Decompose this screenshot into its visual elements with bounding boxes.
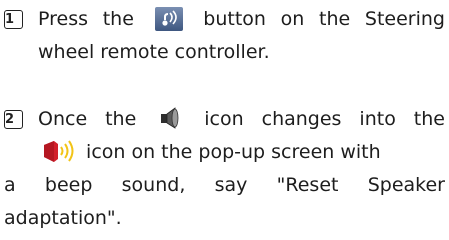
manual-page: 1 Press the button on the Steering wheel…: [0, 0, 449, 240]
step-1-text-c: wheel remote controller.: [38, 41, 270, 63]
voice-recognition-button-icon: [154, 7, 183, 31]
step-1-line-1: 1 Press the button on the Steering: [4, 4, 445, 37]
step-2-text-b: icon changes into the: [204, 108, 445, 130]
red-speaker-sound-icon: [42, 138, 76, 164]
step-1-text-a: Press the: [38, 8, 134, 30]
step-2-text-e: adaptation".: [4, 207, 122, 229]
step-1: 1 Press the button on the Steering wheel…: [4, 4, 445, 70]
step-2-text-a: Once the: [38, 108, 137, 130]
step-2-line-1: 2 Once the icon changes into the: [4, 104, 445, 137]
step-2-line-4: adaptation".: [4, 203, 445, 236]
step-2-line-2: icon on the pop-up screen with: [4, 137, 445, 170]
step-1-line-2: wheel remote controller.: [4, 37, 445, 70]
step-2: 2 Once the icon changes into the icon on…: [4, 104, 445, 236]
step-2-text-c: icon on the pop-up screen with: [86, 141, 381, 163]
speaker-icon: [158, 105, 182, 131]
step-2-line-3: a beep sound, say "Reset Speaker: [4, 170, 445, 203]
step-2-text-d: a beep sound, say "Reset Speaker: [4, 174, 445, 196]
step-2-number: 2: [4, 110, 23, 129]
step-1-text-b: button on the Steering: [203, 8, 445, 30]
step-1-number: 1: [4, 10, 23, 29]
